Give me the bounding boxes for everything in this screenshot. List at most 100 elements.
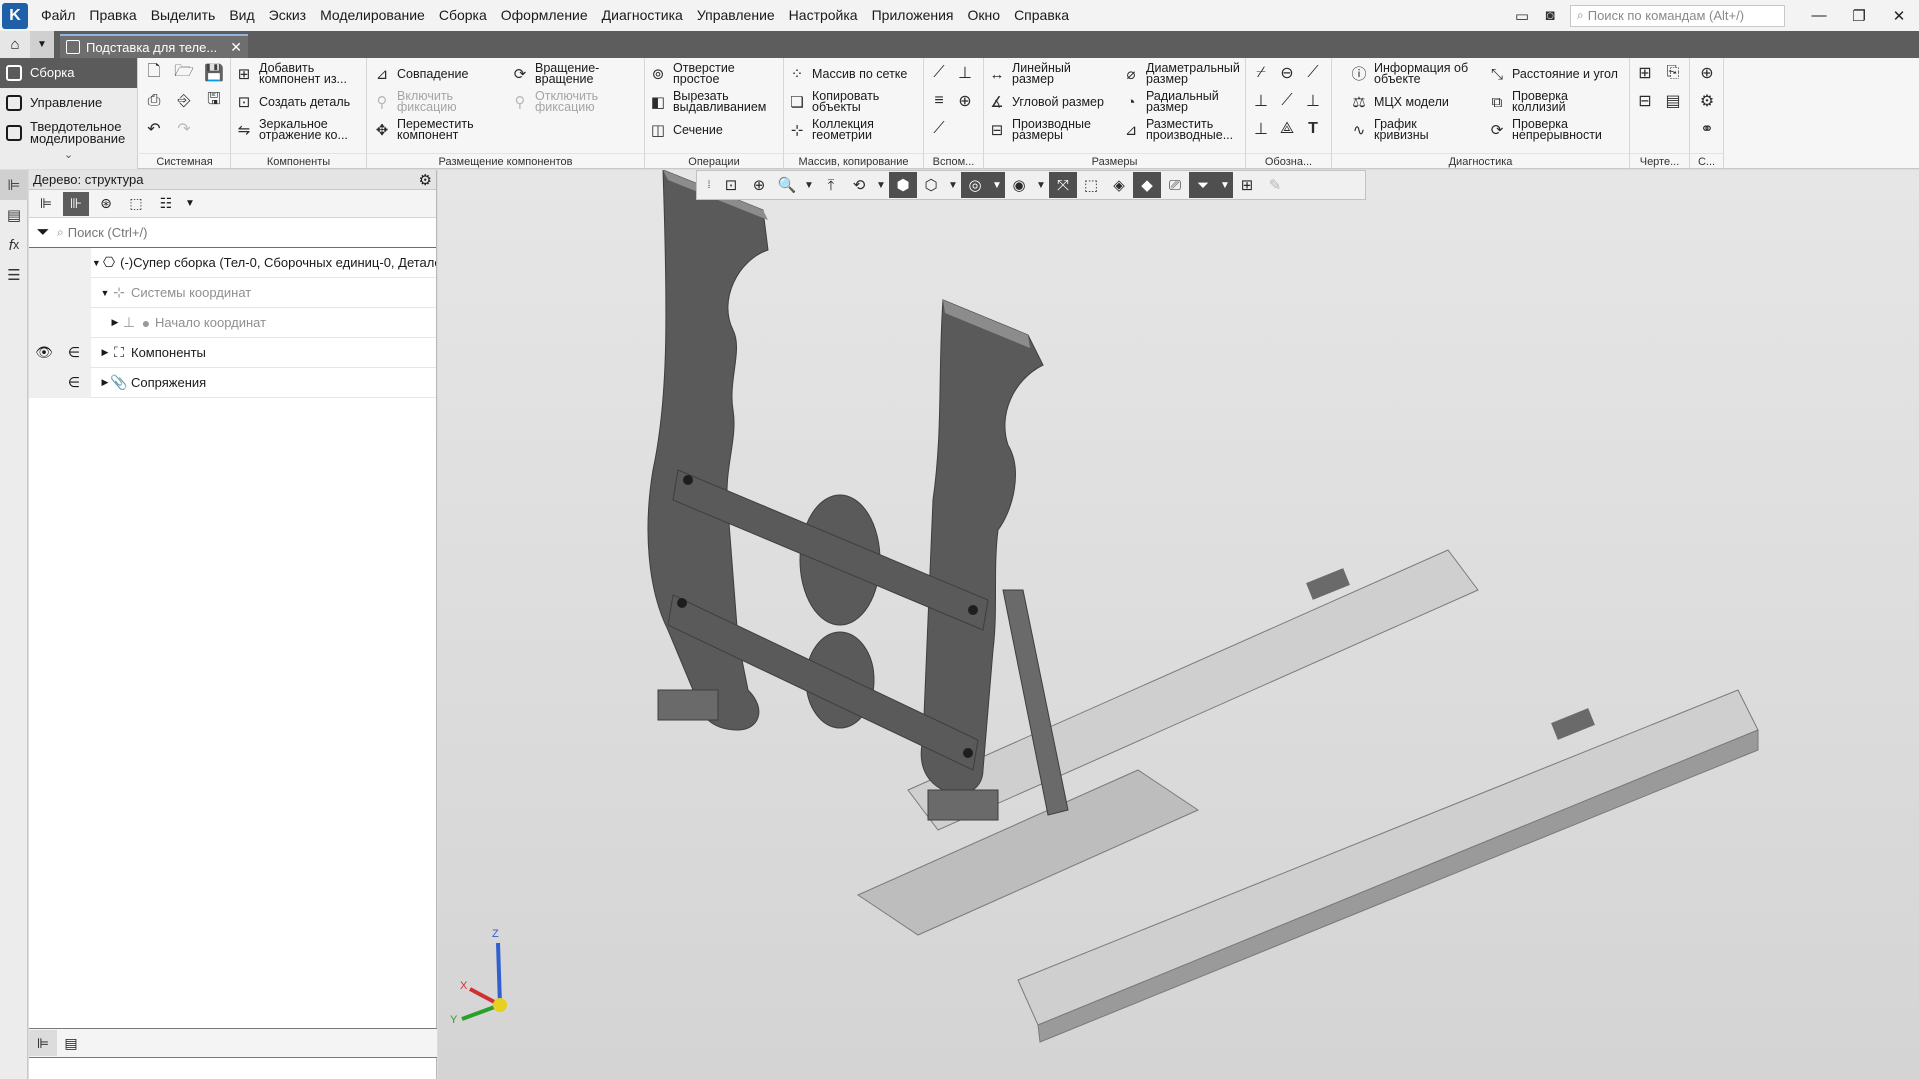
linear-dimension-button[interactable]: ↔ Линейный размер <box>988 60 1084 88</box>
menu-diagnostics[interactable]: Диагностика <box>595 0 690 31</box>
hide-show-icon[interactable]: ◎ <box>961 172 989 198</box>
tree-node-origin[interactable]: ▶ ⊥ ● Начало координат <box>29 307 436 338</box>
curvature-graph-button[interactable]: ∿ График кривизны <box>1350 116 1446 144</box>
spec-icon[interactable]: ▤ <box>1662 90 1684 112</box>
grid-array-button[interactable]: ⁘ Массив по сетке <box>788 60 908 88</box>
mass-properties-button[interactable]: ⚖ МЦХ модели <box>1350 88 1449 116</box>
menu-formatting[interactable]: Оформление <box>494 0 595 31</box>
create-part-button[interactable]: ⊡ Создать деталь <box>235 88 350 116</box>
disable-fixation-button[interactable]: ⚲ Отключить фиксацию <box>511 88 615 116</box>
orientation-icon[interactable]: ⬡ <box>917 172 945 198</box>
pencil-icon[interactable]: ✎ <box>1261 172 1289 198</box>
tree-selection-icon[interactable]: ⬚ <box>123 192 149 216</box>
zoom-dropdown-icon[interactable]: ▼ <box>801 172 817 198</box>
modes-expand-icon[interactable]: ⌄ <box>0 148 137 161</box>
menu-applications[interactable]: Приложения <box>865 0 961 31</box>
tree-tab-icon[interactable]: ⊫ <box>29 1030 57 1056</box>
tree-node-root-assembly[interactable]: ▼ ⎔ (-)Супер сборка (Тел-0, Сборочных ед… <box>29 247 436 278</box>
add-component-button[interactable]: ⊞ Добавить компонент из... <box>235 60 359 88</box>
plane-icon[interactable]: ⟋ <box>928 62 950 84</box>
visibility-eye-icon[interactable]: 👁 <box>29 344 59 361</box>
rotation-rotation-button[interactable]: ⟳ Вращение-вращение <box>511 60 615 88</box>
gear-icon[interactable]: ⚙ <box>419 171 432 189</box>
add-property-icon[interactable]: ⊕ <box>1696 62 1718 84</box>
filter-dropdown-icon[interactable]: ▼ <box>1217 172 1233 198</box>
menu-settings[interactable]: Настройка <box>782 0 865 31</box>
distance-angle-button[interactable]: ⤡ Расстояние и угол <box>1488 60 1622 88</box>
base-icon[interactable]: ⊖ <box>1276 62 1298 84</box>
display-mode-icon[interactable]: ◉ <box>1005 172 1033 198</box>
render-icon[interactable]: ◆ <box>1133 172 1161 198</box>
line-icon[interactable]: ⟋ <box>928 118 950 140</box>
associative-view-icon[interactable]: ⊟ <box>1634 90 1656 112</box>
copy-objects-button[interactable]: ❏ Копировать объекты <box>788 88 892 116</box>
open-file-icon[interactable]: 🗁 <box>173 62 195 84</box>
tree-build-order-icon[interactable]: ⊪ <box>63 191 89 216</box>
axis-triad[interactable]: Z X Y <box>448 925 528 1025</box>
tree-display-icon[interactable]: ⊛ <box>93 192 119 216</box>
close-tab-icon[interactable]: ✕ <box>230 39 242 56</box>
leader-icon[interactable]: ⟋ <box>1302 62 1324 84</box>
cut-extrude-button[interactable]: ◧ Вырезать выдавливанием <box>649 88 778 116</box>
cut-line-icon[interactable]: ⟁ <box>1276 118 1298 140</box>
new-file-icon[interactable]: 🗋 <box>143 62 165 84</box>
menu-select[interactable]: Выделить <box>144 0 223 31</box>
axis-icon[interactable]: ⊥ <box>954 62 976 84</box>
object-info-button[interactable]: ⓘ Информация об объекте <box>1350 60 1484 88</box>
variables-icon[interactable]: fx <box>0 230 28 260</box>
zoom-fit-icon[interactable]: ⊡ <box>717 172 745 198</box>
menu-management[interactable]: Управление <box>690 0 782 31</box>
zoom-window-icon[interactable]: ⊕ <box>745 172 773 198</box>
display-dropdown-icon[interactable]: ▼ <box>1033 172 1049 198</box>
drawing-sheet-icon[interactable]: ⎘ <box>1662 62 1684 84</box>
3d-viewport[interactable]: ⁞ ⊡ ⊕ 🔍 ▼ ⤒ ⟲ ▼ ⬢ ⬡ ▼ ◎ ▼ ◉ ▼ ⤧ ⬚ ◈ ◆ ⎚ … <box>438 170 1919 1079</box>
shaded-view-icon[interactable]: ⬢ <box>889 172 917 198</box>
coincidence-button[interactable]: ⊿ Совпадение <box>373 60 469 88</box>
angular-dimension-button[interactable]: ∡ Угловой размер <box>988 88 1104 116</box>
expand-arrow-icon[interactable]: ▶ <box>109 317 121 328</box>
snapshot-icon[interactable]: ⎚ <box>1161 172 1189 198</box>
include-icon[interactable]: ∈ <box>59 344 89 361</box>
save-icon[interactable]: 💾 <box>203 62 225 84</box>
home-icon[interactable]: ⌂ <box>0 31 30 58</box>
tree-node-components[interactable]: 👁 ∈ ▶ ⛶ Компоненты <box>29 337 436 368</box>
datum-icon[interactable]: ⊥ <box>1302 90 1324 112</box>
save-all-icon[interactable]: 🖫 <box>203 90 225 112</box>
mode-solid-modeling[interactable]: Твердотельное моделирование <box>0 118 137 148</box>
command-search[interactable]: ⌕ Поиск по командам (Alt+/) <box>1570 4 1785 27</box>
redo-icon[interactable]: ↷ <box>173 118 195 140</box>
mirror-component-button[interactable]: ⇋ Зеркальное отражение ко... <box>235 116 359 144</box>
app-logo-icon[interactable]: K <box>2 2 28 29</box>
preview-icon[interactable]: ⎆ <box>173 90 195 112</box>
hole-simple-button[interactable]: ⊚ Отверстие простое <box>649 60 753 88</box>
geometry-collection-button[interactable]: ⊹ Коллекция геометрии <box>788 116 892 144</box>
menu-assembly[interactable]: Сборка <box>432 0 494 31</box>
perspective-icon[interactable]: ⬚ <box>1077 172 1105 198</box>
orientation-dropdown-icon[interactable]: ▼ <box>945 172 961 198</box>
undo-icon[interactable]: ↶ <box>143 118 165 140</box>
collision-check-button[interactable]: ⧉ Проверка коллизий <box>1488 88 1592 116</box>
home-dropdown-icon[interactable]: ▼ <box>30 31 54 58</box>
measure-icon[interactable]: ⊞ <box>1233 172 1261 198</box>
screenshot-icon[interactable]: ◙ <box>1536 4 1564 28</box>
menu-window[interactable]: Окно <box>961 0 1008 31</box>
mode-management[interactable]: Управление <box>0 88 137 118</box>
lighting-icon[interactable]: ◈ <box>1105 172 1133 198</box>
include-icon[interactable]: ∈ <box>59 374 89 391</box>
menu-help[interactable]: Справка <box>1007 0 1076 31</box>
expand-arrow-icon[interactable]: ▶ <box>99 347 111 358</box>
hide-dropdown-icon[interactable]: ▼ <box>989 172 1005 198</box>
move-component-button[interactable]: ✥ Переместить компонент <box>373 116 485 144</box>
diameter-dimension-button[interactable]: ⌀ Диаметральный размер <box>1122 60 1250 88</box>
tree-search-input[interactable] <box>63 219 436 246</box>
offset-plane-icon[interactable]: ≡ <box>928 90 950 112</box>
menu-file[interactable]: Файл <box>34 0 82 31</box>
restore-button[interactable]: ❐ <box>1839 0 1879 31</box>
tree-node-mates[interactable]: ∈ ▶ 📎 Сопряжения <box>29 367 436 398</box>
derived-dimensions-button[interactable]: ⊟ Производные размеры <box>988 116 1102 144</box>
section-button[interactable]: ◫ Сечение <box>649 116 723 144</box>
tree-node-coordinate-systems[interactable]: ▼ ⊹ Системы координат <box>29 277 436 308</box>
rotate-dropdown-icon[interactable]: ▼ <box>873 172 889 198</box>
weld-icon[interactable]: ⟋ <box>1276 90 1298 112</box>
section-view-icon[interactable]: ⤧ <box>1049 172 1077 198</box>
